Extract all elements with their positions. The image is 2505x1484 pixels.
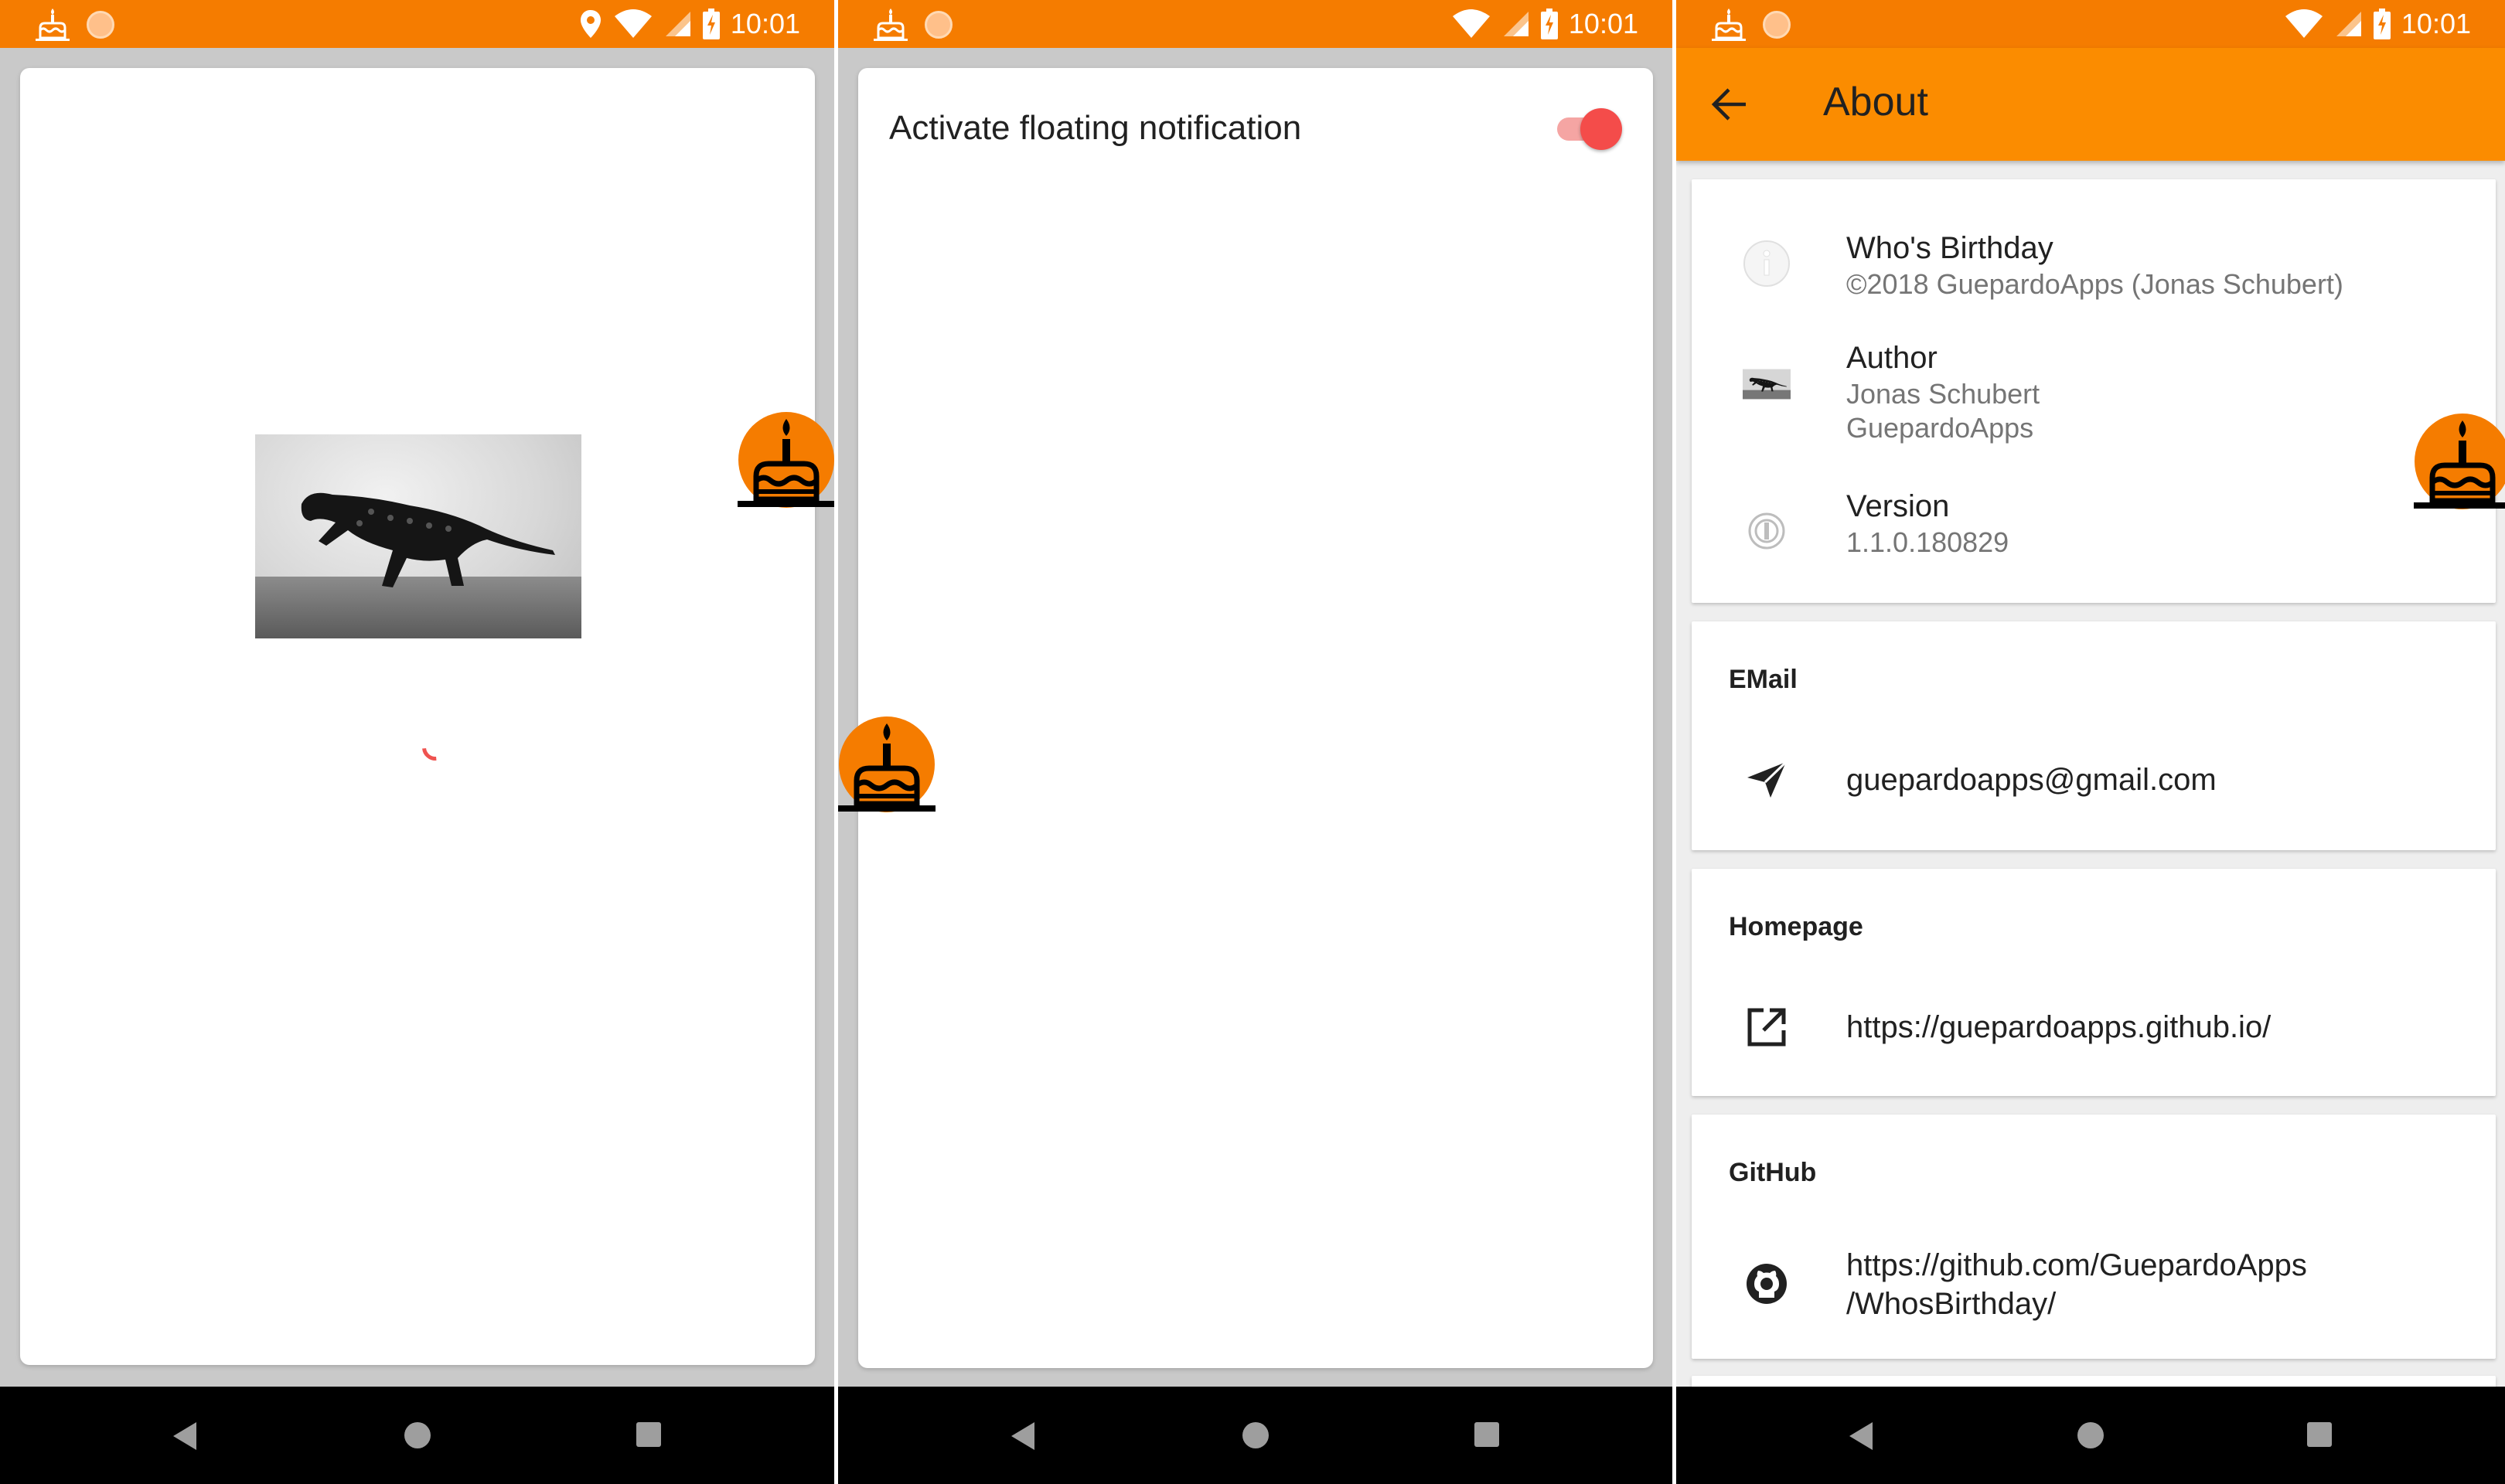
notification-dot-icon (925, 11, 953, 39)
github-icon (1743, 1260, 1791, 1308)
github-link-line1[interactable]: https://github.com/GuepardoApps (1846, 1246, 2307, 1285)
homepage-link[interactable]: https://guepardoapps.github.io/ (1846, 1008, 2271, 1047)
homepage-heading: Homepage (1729, 912, 1863, 941)
version-label: Version (1846, 489, 1950, 523)
battery-charging-icon (1540, 9, 1558, 39)
navigation-bar (0, 1387, 834, 1484)
settings-screen: 10:01 Activate floating notification (838, 0, 1672, 1484)
loading-spinner (417, 729, 454, 766)
status-time: 10:01 (2401, 8, 2471, 39)
author-name: Jonas Schubert (1846, 378, 2040, 410)
status-bar: 10:01 (1676, 0, 2505, 48)
cake-icon (872, 8, 909, 42)
app-copyright: ©2018 GuepardoApps (Jonas Schubert) (1846, 268, 2343, 300)
homepage-item[interactable]: https://guepardoapps.github.io/ (1692, 985, 2496, 1070)
email-card: EMail guepardoapps@gmail.com (1692, 621, 2496, 850)
app-name: Who's Birthday (1846, 231, 2053, 265)
recents-square-icon[interactable] (636, 1422, 661, 1447)
battery-charging-icon (702, 9, 720, 39)
back-triangle-icon[interactable] (173, 1422, 196, 1450)
author-company: GuepardoApps (1846, 412, 2034, 444)
arrow-back-icon[interactable] (1710, 87, 1749, 122)
github-card: GitHub https://github.com/GuepardoApps /… (1692, 1115, 2496, 1359)
status-time: 10:01 (730, 8, 800, 39)
wifi-icon (614, 9, 652, 38)
app-name-item: Who's Birthday ©2018 GuepardoApps (Jonas… (1692, 212, 2496, 300)
version-icon (1743, 507, 1791, 555)
notification-dot-icon (87, 11, 114, 39)
splash-screen: 10:01 (0, 0, 834, 1484)
splash-cheetah-image (255, 434, 581, 638)
back-triangle-icon[interactable] (1849, 1422, 1873, 1450)
signal-icon (665, 12, 690, 36)
wifi-icon (1452, 9, 1490, 38)
app-bar: About (1676, 48, 2505, 161)
recents-square-icon[interactable] (1474, 1422, 1499, 1447)
email-link[interactable]: guepardoapps@gmail.com (1846, 761, 2217, 799)
home-circle-icon[interactable] (404, 1422, 431, 1448)
status-time: 10:01 (1568, 8, 1638, 39)
signal-icon (2336, 12, 2361, 36)
floating-notification-label: Activate floating notification (889, 109, 1302, 147)
about-screen: 10:01 About Who's Birthday ©2018 Guepard… (1676, 0, 2505, 1484)
navigation-bar (1676, 1387, 2505, 1484)
status-bar: 10:01 (0, 0, 834, 48)
floating-cake-bubble[interactable] (837, 714, 937, 815)
status-bar: 10:01 (838, 0, 1672, 48)
cake-icon (1710, 8, 1747, 42)
floating-cake-bubble[interactable] (736, 410, 834, 510)
app-info-card: Who's Birthday ©2018 GuepardoApps (Jonas… (1692, 179, 2496, 603)
email-item[interactable]: guepardoapps@gmail.com (1692, 737, 2496, 822)
email-heading: EMail (1729, 665, 1798, 694)
battery-charging-icon (2373, 9, 2391, 39)
location-icon (580, 10, 601, 38)
version-item: Version 1.1.0.180829 (1692, 479, 2496, 564)
github-link-line2[interactable]: /WhosBirthday/ (1846, 1285, 2307, 1323)
floating-cake-bubble[interactable] (2412, 411, 2505, 512)
github-heading: GitHub (1729, 1158, 1817, 1187)
signal-icon (1503, 12, 1529, 36)
navigation-bar (838, 1387, 1672, 1484)
floating-notification-switch[interactable] (1552, 107, 1622, 150)
homepage-card: Homepage https://guepardoapps.github.io/ (1692, 869, 2496, 1096)
open-in-new-icon (1743, 1003, 1791, 1051)
author-item: Author Jonas Schubert GuepardoApps (1692, 331, 2496, 454)
settings-card: Activate floating notification (858, 68, 1653, 1368)
version-value: 1.1.0.180829 (1846, 526, 2009, 558)
home-circle-icon[interactable] (1242, 1422, 1269, 1448)
info-icon (1743, 240, 1791, 288)
recents-square-icon[interactable] (2307, 1422, 2332, 1447)
author-avatar (1743, 360, 1791, 408)
github-item[interactable]: https://github.com/GuepardoApps /WhosBir… (1692, 1230, 2496, 1339)
send-icon (1743, 756, 1791, 804)
floating-notification-row[interactable]: Activate floating notification (889, 97, 1622, 159)
cake-icon (34, 8, 71, 42)
author-label: Author (1846, 341, 1938, 375)
wifi-icon (2285, 9, 2323, 38)
home-circle-icon[interactable] (2077, 1422, 2104, 1448)
splash-card (20, 68, 815, 1365)
back-triangle-icon[interactable] (1011, 1422, 1034, 1450)
notification-dot-icon (1763, 11, 1791, 39)
page-title: About (1823, 80, 1928, 124)
